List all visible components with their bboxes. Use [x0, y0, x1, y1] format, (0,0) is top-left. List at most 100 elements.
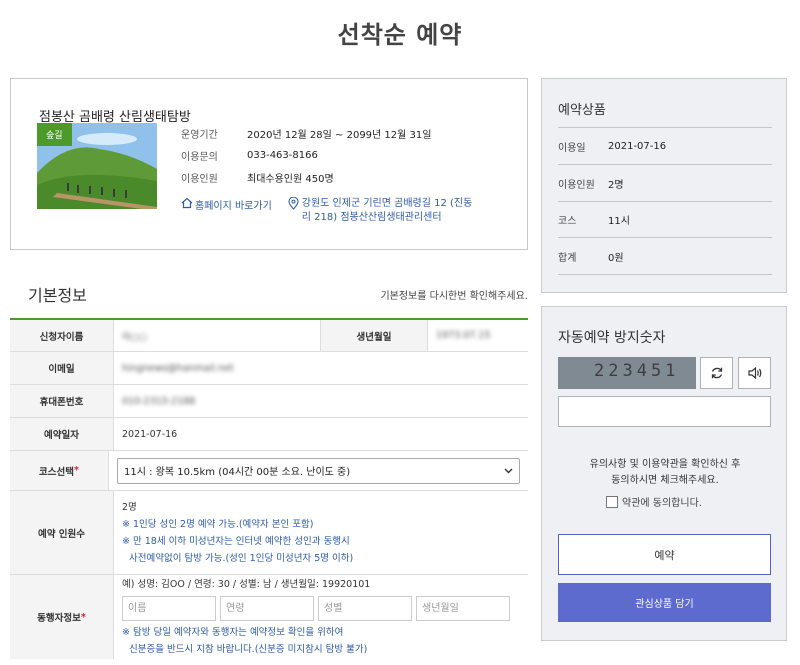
summary-value: 0원	[608, 253, 624, 264]
course-label-cell: 코스선택 *	[10, 451, 109, 490]
captcha-audio-button[interactable]	[738, 357, 771, 389]
applicant-value: 이○○	[122, 331, 148, 343]
summary-row: 이용인원 2명	[558, 176, 772, 191]
agree-checkbox[interactable]	[606, 495, 618, 508]
phone-value: 010-2315-2188	[122, 395, 196, 407]
companion-note: ※ 탐방 당일 예약자와 동행자는 예약정보 확인을 위하여	[122, 627, 344, 638]
captcha-code: 223451	[594, 361, 680, 381]
facility-info: 운영기간 2020년 12월 28일 ~ 2099년 12월 31일 이용문의 …	[181, 122, 431, 188]
people-note: 사전예약없이 탐방 가능.(성인 1인당 미성년자 5명 이하)	[129, 552, 354, 564]
info-row-capacity: 이용인원 최대수용인원 450명	[181, 166, 431, 188]
divider	[558, 274, 772, 275]
divider	[558, 201, 772, 202]
companion-gender-input[interactable]: 성별	[318, 596, 412, 621]
companion-value-cell: 예) 성명: 김OO / 연령: 30 / 성별: 남 / 생년월일: 1992…	[114, 575, 528, 659]
reservation-summary: 예약상품 이용일 2021-07-16 이용인원 2명 코스 11시 합계 0원	[541, 78, 787, 293]
date-value: 2021-07-16	[122, 428, 178, 440]
summary-label: 이용인원	[558, 180, 595, 191]
divider	[558, 164, 772, 165]
course-select-value: 11시 : 왕복 10.5km (04시간 00분 소요. 난이도 중)	[124, 467, 351, 478]
companion-label-cell: 동행자정보 *	[10, 575, 114, 659]
course-select-cell: 11시 : 왕복 10.5km (04시간 00분 소요. 난이도 중)	[109, 451, 528, 490]
divider	[558, 237, 772, 238]
homepage-link-label: 홈페이지 바로가기	[195, 201, 272, 212]
basic-info-title: 기본정보	[28, 286, 87, 305]
summary-value: 2명	[608, 180, 624, 191]
course-label: 코스선택	[39, 466, 74, 478]
summary-title: 예약상품	[558, 103, 606, 118]
basic-info-form: 신청자이름 이○○ 생년월일 1973.07.15 이메일 hingnews@h…	[10, 318, 528, 659]
phone-value-cell: 010-2315-2188	[114, 385, 528, 417]
agreement-text: 유의사항 및 이용약관을 확인하신 후 동의하시면 체크해주세요.	[542, 457, 788, 489]
course-select[interactable]: 11시 : 왕복 10.5km (04시간 00분 소요. 난이도 중)	[117, 457, 520, 484]
divider	[558, 127, 772, 128]
agreement-line: 유의사항 및 이용약관을 확인하신 후	[589, 459, 741, 470]
refresh-icon	[711, 367, 722, 379]
facility-card: 점봉산 곰배령 산림생태탐방 숲길 운영기간 2020년 12월 28일 ~ 2…	[10, 78, 528, 250]
people-note: ※ 만 18세 이하 미성년자는 인터넷 예약한 성인과 동행시	[122, 535, 350, 547]
info-label: 이용문의	[181, 151, 218, 163]
captcha-panel: 자동예약 방지숫자 223451 유의사항 및 이용약관을 확인하신 후 동의하…	[541, 306, 787, 641]
info-row-contact: 이용문의 033-463-8166	[181, 144, 431, 166]
chevron-down-icon	[504, 468, 513, 473]
required-mark: *	[74, 465, 79, 476]
summary-label: 합계	[558, 253, 577, 264]
companion-name-input[interactable]: 이름	[122, 596, 216, 621]
summary-row: 코스 11시	[558, 212, 772, 227]
facility-links: 홈페이지 바로가기 강원도 인제군 기린면 곰배령길 12 (진동리 218) …	[181, 197, 478, 225]
companion-age-input[interactable]: 연령	[220, 596, 314, 621]
facility-address-text: 강원도 인제군 기린면 곰배령길 12 (진동리 218) 점봉산산림생태관리센…	[301, 198, 473, 223]
form-row-date: 예약일자 2021-07-16	[10, 418, 528, 451]
agreement-line: 동의하시면 체크해주세요.	[611, 475, 719, 486]
info-row-period: 운영기간 2020년 12월 28일 ~ 2099년 12월 31일	[181, 122, 431, 144]
info-value: 최대수용인원 450명	[247, 173, 334, 185]
email-label: 이메일	[10, 352, 114, 384]
summary-row: 합계 0원	[558, 249, 772, 264]
required-mark: *	[80, 611, 86, 623]
add-to-wishlist-button[interactable]: 관심상품 담기	[558, 583, 771, 622]
info-label: 운영기간	[181, 129, 218, 141]
companion-birth-input[interactable]: 생년월일	[416, 596, 510, 621]
date-label: 예약일자	[10, 418, 114, 450]
page-title: 선착순 예약	[337, 21, 463, 49]
basic-info-note: 기본정보를 다시한번 확인해주세요.	[380, 291, 528, 302]
birth-value-cell: 1973.07.15	[428, 320, 528, 351]
form-row-applicant: 신청자이름 이○○ 생년월일 1973.07.15	[10, 320, 528, 352]
people-value: 2명	[122, 501, 137, 513]
form-row-email: 이메일 hingnews@hanmail.net	[10, 352, 528, 385]
birth-value: 1973.07.15	[436, 330, 491, 341]
email-value-cell: hingnews@hanmail.net	[114, 352, 528, 384]
companion-label: 동행자정보	[37, 613, 81, 624]
captcha-input[interactable]	[558, 396, 771, 427]
summary-label: 코스	[558, 216, 577, 227]
home-icon	[181, 197, 193, 209]
companion-inputs: 이름 연령 성별 생년월일	[122, 596, 514, 621]
location-pin-icon	[288, 197, 299, 210]
info-label: 이용인원	[181, 173, 218, 185]
form-row-companion: 동행자정보 * 예) 성명: 김OO / 연령: 30 / 성별: 남 / 생년월…	[10, 575, 528, 659]
applicant-label: 신청자이름	[10, 320, 114, 351]
companion-note: 신분증을 반드시 지참 바랍니다.(신분증 미지참시 탐방 불가)	[129, 644, 368, 655]
info-value: 033-463-8166	[247, 149, 318, 161]
facility-address: 강원도 인제군 기린면 곰배령길 12 (진동리 218) 점봉산산림생태관리센…	[288, 197, 478, 225]
companion-example: 예) 성명: 김OO / 연령: 30 / 성별: 남 / 생년월일: 1992…	[122, 579, 371, 590]
form-row-course: 코스선택 * 11시 : 왕복 10.5km (04시간 00분 소요. 난이도 …	[10, 451, 528, 491]
facility-tag: 숲길	[37, 123, 72, 146]
speaker-icon	[747, 366, 761, 380]
captcha-refresh-button[interactable]	[700, 357, 733, 389]
captcha-title: 자동예약 방지숫자	[558, 330, 666, 346]
form-row-phone: 휴대폰번호 010-2315-2188	[10, 385, 528, 418]
homepage-link[interactable]: 홈페이지 바로가기	[181, 197, 272, 225]
agree-checkbox-label: 약관에 동의합니다.	[622, 498, 702, 509]
people-label: 예약 인원수	[10, 491, 114, 574]
facility-photo: 숲길	[37, 123, 157, 209]
people-note: ※ 1인당 성인 2명 예약 가능.(예약자 본인 포함)	[122, 518, 314, 530]
agree-checkbox-row[interactable]: 약관에 동의합니다.	[606, 494, 702, 509]
summary-row: 이용일 2021-07-16	[558, 139, 772, 154]
email-value: hingnews@hanmail.net	[122, 362, 234, 374]
captcha-image: 223451	[558, 357, 696, 389]
birth-label: 생년월일	[320, 320, 428, 351]
summary-value: 11시	[608, 216, 630, 227]
phone-label: 휴대폰번호	[10, 385, 114, 417]
reserve-button[interactable]: 예약	[558, 534, 771, 575]
